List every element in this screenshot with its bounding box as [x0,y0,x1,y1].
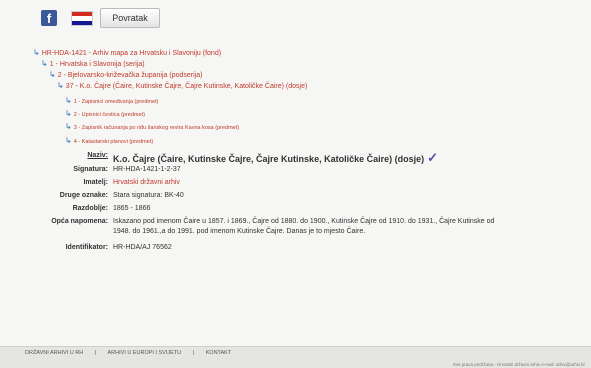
footer-separator: | [192,350,195,356]
checkmark-icon: ✓ [427,150,439,165]
signatura-label: Signatura: [73,166,108,173]
razdoblje-value: 1865 - 1866 [113,205,151,212]
imatelj-label: Imatelj: [83,179,108,186]
tree-item-label[interactable]: 1 - Hrvatska i Slavonija (serija) [50,61,145,68]
razdoblje-label: Razdoblje: [72,205,108,212]
identifikator-label: Identifikator: [65,244,108,251]
naziv-value: K.o. Čajre (Čaire, Kutinske Čajre, Čajre… [113,154,425,164]
footer-link-kontakt[interactable]: KONTAKT [206,350,232,356]
copyright-note: Sva prava pridržana - Hrvatski državni a… [452,362,585,367]
page: f Povratak ↳ HR-HDA-1421 - Arhiv mapa za … [0,0,591,368]
tree-arrow-icon: ↳ [49,70,56,79]
footer-link-drzavni-arhivi[interactable]: DRŽAVNI ARHIVI U RH [25,350,83,356]
opca-napomena-value-1: Iskazano pod imenom Čaire u 1857. i 1869… [113,218,495,225]
druge-oznake-label: Druge oznake: [59,192,108,199]
croatian-flag-icon[interactable] [71,11,93,26]
footer-separator: | [94,350,97,356]
tree-item-label[interactable]: 2 - Bjelovarsko-križevačka županija (pod… [58,72,203,79]
top-bar: f Povratak [0,0,591,40]
tree-arrow-icon: ↳ [41,59,48,68]
tree-item-dosje[interactable]: ↳ 37 - K.o. Čajre (Čaire, Kutinske Čajre,… [57,81,307,90]
druge-oznake-value: Stara signatura: BK-40 [113,192,184,199]
facebook-icon[interactable]: f [41,10,57,26]
tree-arrow-icon: ↳ [33,48,40,57]
signatura-value: HR-HDA-1421-1-2-37 [113,166,181,173]
tree-item-label[interactable]: 37 - K.o. Čajre (Čaire, Kutinske Čajre, … [66,83,308,90]
tree-arrow-icon: ↳ [65,96,72,105]
tree-item-label[interactable]: 1 - Zapisnici omeđivanja (predmet) [74,99,159,105]
tree-item-fond[interactable]: ↳ HR-HDA-1421 - Arhiv mapa za Hrvatsku i … [33,48,221,57]
tree-item-serija[interactable]: ↳ 1 - Hrvatska i Slavonija (serija) [41,59,145,68]
identifikator-value: HR-HDA/AJ 76562 [113,244,172,251]
footer: DRŽAVNI ARHIVI U RH | ARHIVI U EUROPI I … [0,346,591,368]
footer-link-arhivi-europa[interactable]: ARHIVI U EUROPI I SVIJETU [107,350,181,356]
naziv-label: Naziv: [87,152,108,159]
tree-item-predmet-3[interactable]: ↳ 3 - Zapisnik računanja po riđu šanskog … [65,122,239,131]
imatelj-link[interactable]: Hrvatski državni arhiv [113,179,180,186]
back-button[interactable]: Povratak [100,8,160,28]
tree-item-predmet-1[interactable]: ↳ 1 - Zapisnici omeđivanja (predmet) [65,96,158,105]
tree-item-label[interactable]: 2 - Upisnici čestica (predmet) [74,112,145,118]
tree-arrow-icon: ↳ [57,81,64,90]
tree-arrow-icon: ↳ [65,136,72,145]
tree-item-label[interactable]: 3 - Zapisnik računanja po riđu šanskog r… [74,125,239,131]
footer-links: DRŽAVNI ARHIVI U RH | ARHIVI U EUROPI I … [25,350,241,356]
opca-napomena-label: Opća napomena: [51,218,108,225]
opca-napomena-value-2: 1948. do 1961.,a do 1991. pod imenom Kut… [113,228,366,235]
tree-item-label[interactable]: 4 - Katastarski planovi (predmet) [74,139,153,145]
tree-item-label[interactable]: HR-HDA-1421 - Arhiv mapa za Hrvatsku i S… [42,50,221,57]
tree-arrow-icon: ↳ [65,109,72,118]
tree-item-predmet-2[interactable]: ↳ 2 - Upisnici čestica (predmet) [65,109,145,118]
tree-arrow-icon: ↳ [65,122,72,131]
naziv-value-wrap: K.o. Čajre (Čaire, Kutinske Čajre, Čajre… [113,150,438,166]
tree-item-podserija[interactable]: ↳ 2 - Bjelovarsko-križevačka županija (po… [49,70,202,79]
tree-item-predmet-4[interactable]: ↳ 4 - Katastarski planovi (predmet) [65,136,153,145]
